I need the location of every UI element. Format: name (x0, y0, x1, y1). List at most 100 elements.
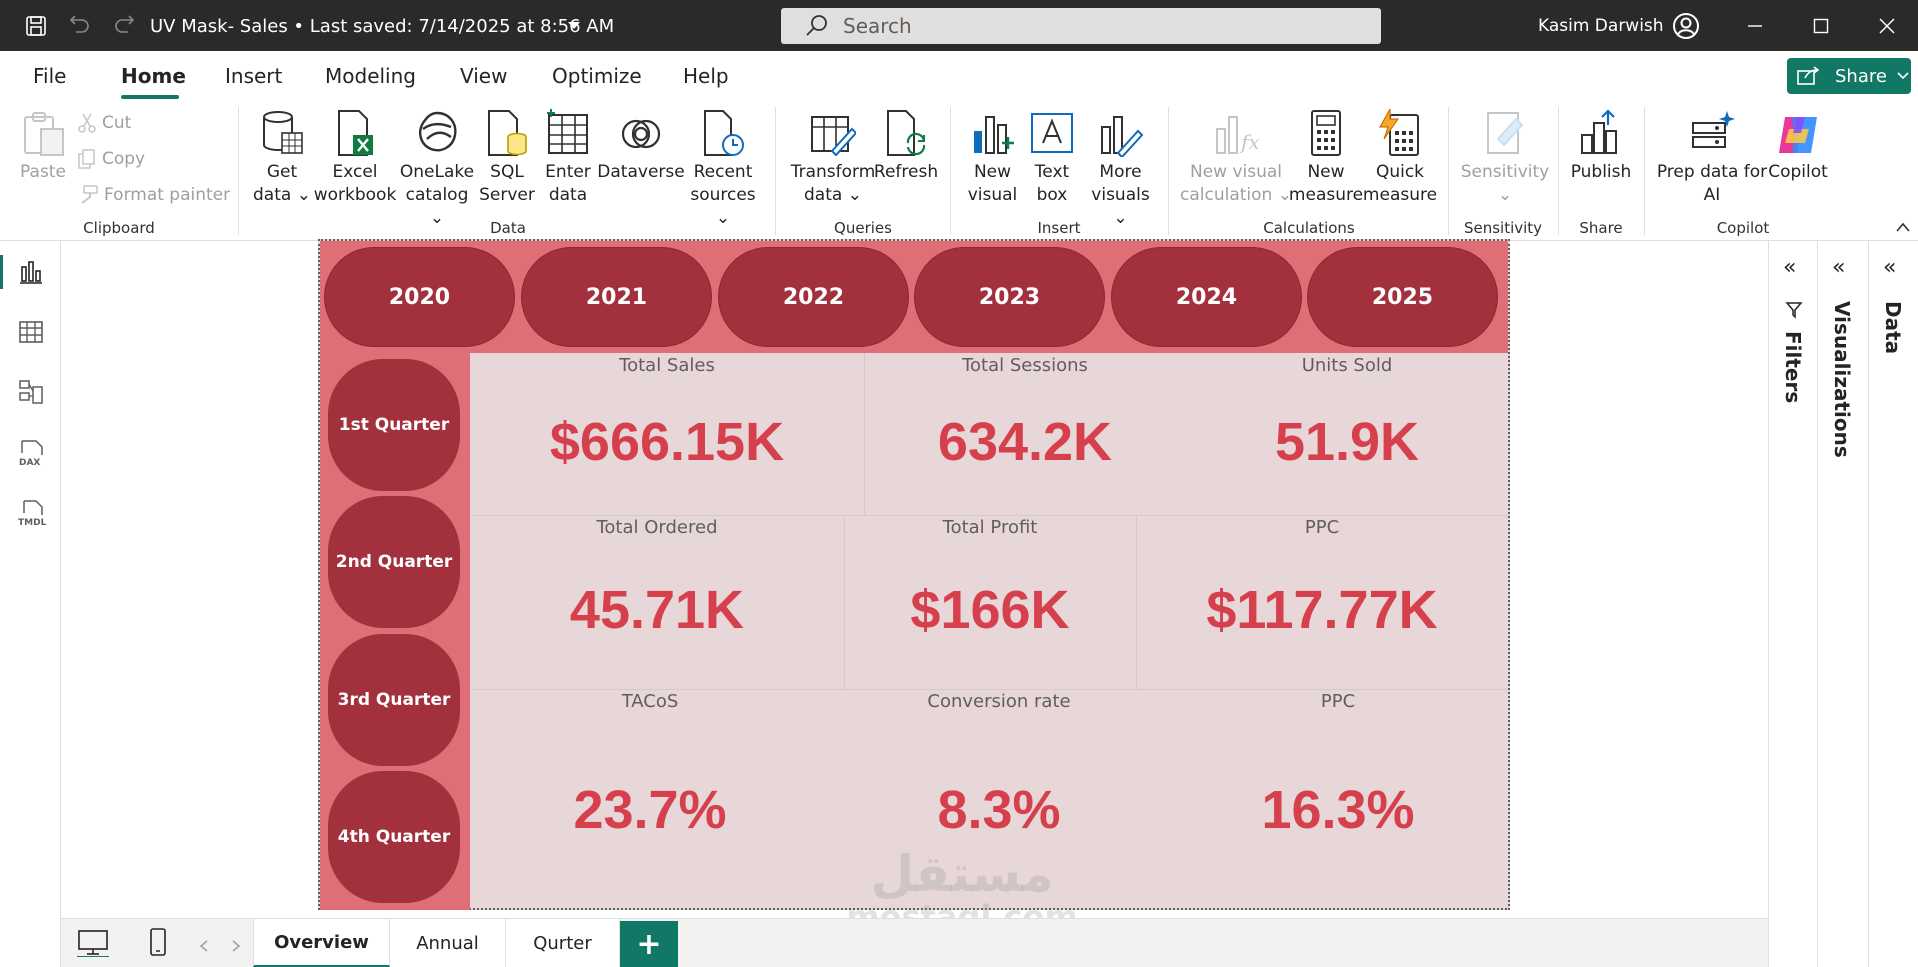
filters-pane[interactable]: « Filters (1768, 241, 1817, 967)
table-view-icon[interactable] (18, 319, 44, 345)
card-value: $666.15K (549, 412, 785, 472)
close-icon[interactable] (1874, 13, 1900, 39)
recent-sources-button[interactable]: Recent sources ⌄ (683, 109, 763, 230)
user-name[interactable]: Kasim Darwish (1538, 16, 1664, 36)
excel-workbook-button[interactable]: Excel workbook (313, 109, 397, 207)
card-label: TACoS (621, 691, 679, 712)
title-dropdown-icon[interactable] (562, 14, 586, 38)
minimize-icon[interactable] (1742, 13, 1768, 39)
tacos-card[interactable]: TACoS 23.7% (470, 689, 830, 910)
share-button[interactable]: Share (1787, 58, 1911, 94)
menu-help[interactable]: Help (683, 64, 729, 88)
cut-button[interactable]: Cut (78, 113, 131, 133)
units-sold-card[interactable]: Units Sold 51.9K (1186, 353, 1508, 515)
year-2021-button[interactable]: 2021 (521, 247, 712, 347)
total-sessions-card[interactable]: Total Sessions 634.2K (864, 353, 1186, 515)
more-visuals-button[interactable]: More visuals ⌄ (1088, 109, 1153, 230)
year-2024-button[interactable]: 2024 (1111, 247, 1302, 347)
total-ordered-card[interactable]: Total Ordered 45.71K (470, 515, 844, 689)
tmdl-view-icon[interactable]: TMDL (18, 499, 47, 528)
expand-data-icon[interactable]: « (1883, 255, 1896, 280)
onelake-catalog-button[interactable]: OneLake catalog ⌄ (397, 109, 477, 230)
excel-label-2: workbook (313, 185, 397, 205)
format-painter-icon (81, 185, 98, 204)
menu-home[interactable]: Home (121, 64, 186, 88)
mobile-layout-icon[interactable] (149, 927, 167, 961)
enter-data-button[interactable]: Enter data (543, 109, 593, 207)
new-visual-label-2: visual (967, 185, 1018, 205)
format-painter-button[interactable]: Format painter (78, 185, 230, 205)
text-box-button[interactable]: Text box (1027, 109, 1077, 207)
quarter-1-button[interactable]: 1st Quarter (328, 359, 460, 491)
year-2022-button[interactable]: 2022 (718, 247, 909, 347)
filters-pane-title: Filters (1781, 331, 1805, 404)
visualizations-pane[interactable]: « Visualizations (1817, 241, 1868, 967)
year-2025-button[interactable]: 2025 (1307, 247, 1498, 347)
expand-filters-icon[interactable]: « (1783, 255, 1796, 280)
menu-optimize[interactable]: Optimize (552, 64, 642, 88)
tab-qurter[interactable]: Qurter (506, 919, 620, 967)
total-profit-card[interactable]: Total Profit $166K (844, 515, 1136, 689)
add-page-button[interactable]: + (620, 921, 678, 967)
quarter-4-button[interactable]: 4th Quarter (328, 771, 460, 903)
card-label: PPC (1304, 517, 1340, 538)
recent-sources-icon (699, 109, 747, 157)
card-label: Total Sessions (962, 355, 1088, 376)
collapse-ribbon-icon[interactable] (1896, 217, 1910, 236)
ppc-percent-card[interactable]: PPC 16.3% (1168, 689, 1508, 910)
menu-insert[interactable]: Insert (225, 64, 282, 88)
new-visual-calculation-button[interactable]: fx New visual calculation ⌄ (1180, 109, 1292, 207)
quarter-3-button[interactable]: 3rd Quarter (328, 634, 460, 766)
publish-button[interactable]: Publish (1568, 109, 1634, 184)
tab-annual[interactable]: Annual (390, 919, 506, 967)
scroll-right-icon[interactable] (231, 937, 241, 956)
search-box[interactable]: Search (781, 8, 1381, 44)
quick-measure-button[interactable]: Quick measure (1362, 109, 1438, 207)
queries-group-label: Queries (834, 219, 892, 237)
copy-button[interactable]: Copy (78, 149, 145, 169)
prep-data-for-ai-button[interactable]: Prep data for AI (1656, 109, 1768, 207)
report-view-icon[interactable] (18, 259, 44, 285)
model-view-icon[interactable] (18, 379, 44, 405)
sensitivity-button[interactable]: Sensitivity ⌄ (1460, 109, 1550, 207)
undo-icon[interactable] (68, 14, 92, 38)
menu-file[interactable]: File (33, 64, 66, 88)
more-visuals-label-2: visuals ⌄ (1091, 185, 1150, 228)
refresh-button[interactable]: Refresh (874, 109, 938, 184)
card-value: $166K (910, 580, 1070, 640)
year-2023-button[interactable]: 2023 (914, 247, 1105, 347)
year-2020-button[interactable]: 2020 (324, 247, 515, 347)
svg-text:DAX: DAX (19, 458, 40, 467)
dax-query-view-icon[interactable]: DAX (18, 439, 44, 468)
copilot-label: Copilot (1768, 162, 1828, 182)
data-pane[interactable]: « Data (1868, 241, 1918, 967)
copy-label: Copy (102, 149, 146, 169)
save-icon[interactable] (24, 14, 48, 38)
sensitivity-group-label: Sensitivity (1463, 219, 1543, 237)
dataverse-button[interactable]: Dataverse (597, 109, 685, 184)
user-avatar-icon[interactable] (1672, 12, 1700, 40)
total-sales-card[interactable]: Total Sales $666.15K (470, 353, 864, 515)
sql-server-button[interactable]: SQL Server (479, 109, 535, 207)
paste-button[interactable]: Paste (18, 109, 68, 184)
paste-icon (19, 109, 67, 157)
quarter-2-button[interactable]: 2nd Quarter (328, 496, 460, 628)
text-box-label-1: Text (1034, 162, 1070, 182)
menu-view[interactable]: View (460, 64, 507, 88)
scroll-left-icon[interactable] (199, 937, 209, 956)
format-painter-label: Format painter (104, 185, 231, 205)
transform-data-button[interactable]: Transform data ⌄ (788, 109, 878, 207)
expand-visualizations-icon[interactable]: « (1832, 255, 1845, 280)
new-visual-button[interactable]: New visual (965, 109, 1020, 207)
document-title[interactable]: UV Mask- Sales • Last saved: 7/14/2025 a… (150, 16, 614, 37)
get-data-button[interactable]: Get data ⌄ (252, 109, 312, 207)
new-measure-button[interactable]: New measure (1289, 109, 1363, 207)
menu-modeling[interactable]: Modeling (325, 64, 416, 88)
tab-overview[interactable]: Overview (253, 919, 390, 967)
maximize-icon[interactable] (1808, 13, 1834, 39)
ribbon: Paste Cut Copy Format painter Clipboard … (0, 103, 1918, 241)
redo-icon[interactable] (112, 14, 136, 38)
ppc-card[interactable]: PPC $117.77K (1136, 515, 1508, 689)
copilot-button[interactable]: Copilot (1760, 109, 1836, 184)
desktop-layout-icon[interactable] (77, 929, 109, 961)
